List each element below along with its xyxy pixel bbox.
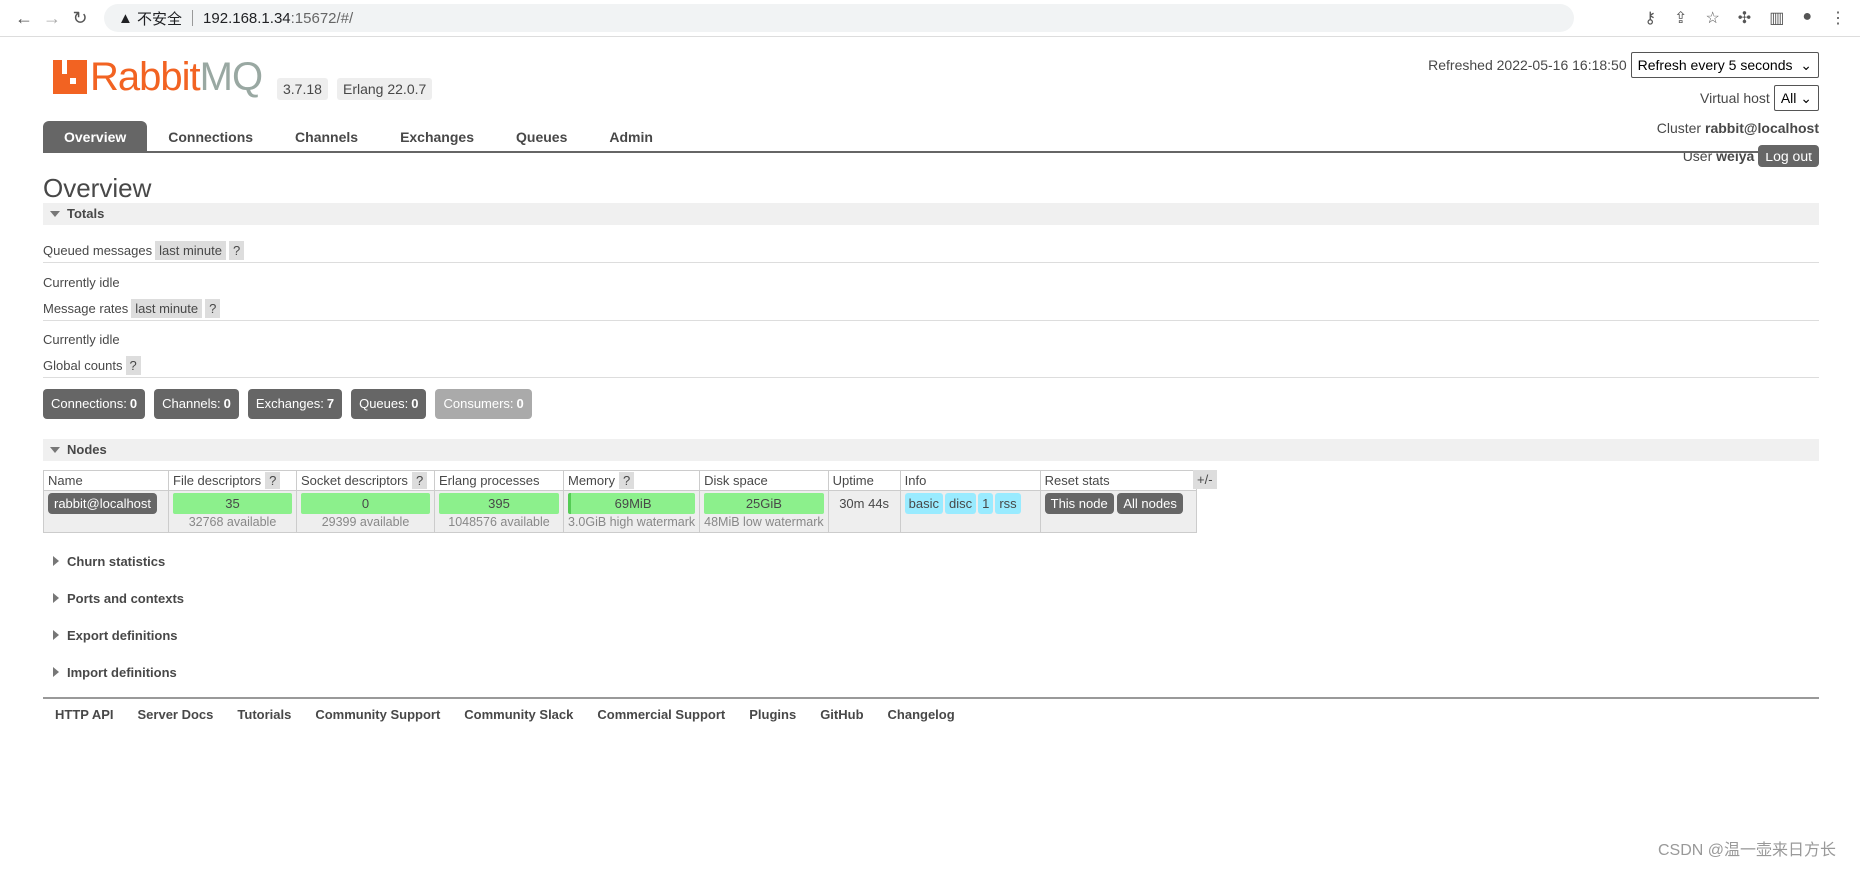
footer-link-community-slack[interactable]: Community Slack bbox=[464, 707, 573, 722]
tab-admin[interactable]: Admin bbox=[588, 121, 674, 151]
footer: HTTP API Server Docs Tutorials Community… bbox=[43, 697, 1819, 722]
sd-bar: 0 bbox=[301, 493, 430, 514]
consumers-count[interactable]: Consumers: 0 bbox=[435, 389, 532, 419]
node-link[interactable]: rabbit@localhost bbox=[48, 493, 158, 514]
sidepanel-icon[interactable]: ▥ bbox=[1769, 8, 1784, 28]
disk-watermark: 48MiB low watermark bbox=[704, 515, 824, 529]
connections-count[interactable]: Connections: 0 bbox=[43, 389, 146, 419]
help-button[interactable]: ? bbox=[265, 472, 281, 489]
info-badge: rss bbox=[995, 493, 1021, 514]
help-button[interactable]: ? bbox=[229, 241, 245, 260]
vhost-label: Virtual host bbox=[1700, 90, 1770, 106]
fd-available: 32768 available bbox=[188, 515, 277, 529]
erlang-proc-bar: 395 bbox=[439, 493, 559, 514]
col-uptime: Uptime bbox=[827, 470, 901, 491]
queued-range-select[interactable]: last minute bbox=[155, 241, 226, 260]
tab-overview[interactable]: Overview bbox=[43, 121, 148, 151]
reset-all-nodes-button[interactable]: All nodes bbox=[1117, 493, 1183, 514]
forward-icon[interactable]: → bbox=[38, 8, 66, 29]
queued-status: Currently idle bbox=[43, 275, 120, 290]
tab-exchanges[interactable]: Exchanges bbox=[379, 121, 495, 151]
churn-statistics-toggle[interactable]: Churn statistics bbox=[43, 554, 165, 569]
erlang-badge: Erlang 22.0.7 bbox=[337, 78, 433, 100]
ep-available: 1048576 available bbox=[448, 515, 550, 529]
reset-this-node-button[interactable]: This node bbox=[1044, 493, 1114, 514]
global-counts-label: Global counts bbox=[43, 358, 123, 373]
tab-queues[interactable]: Queues bbox=[495, 121, 588, 151]
memory-bar: 69MiB bbox=[568, 493, 696, 514]
share-icon[interactable]: ⇪ bbox=[1674, 8, 1687, 28]
import-definitions-toggle[interactable]: Import definitions bbox=[43, 665, 177, 680]
col-file-descriptors: File descriptors? bbox=[168, 470, 297, 491]
page-title: Overview bbox=[43, 173, 152, 203]
sd-available: 29399 available bbox=[321, 515, 410, 529]
menu-icon[interactable]: ⋮ bbox=[1830, 8, 1846, 28]
memory-watermark: 3.0GiB high watermark bbox=[568, 515, 696, 529]
warning-icon: ▲ bbox=[118, 9, 133, 27]
info-badge: 1 bbox=[978, 493, 994, 514]
rates-range-select[interactable]: last minute bbox=[131, 299, 203, 318]
ports-contexts-toggle[interactable]: Ports and contexts bbox=[43, 591, 184, 606]
queued-messages-label: Queued messages bbox=[43, 243, 153, 258]
extensions-icon[interactable]: ✣ bbox=[1738, 8, 1751, 28]
export-definitions-toggle[interactable]: Export definitions bbox=[43, 628, 178, 643]
channels-count[interactable]: Channels: 0 bbox=[154, 389, 239, 419]
exchanges-count[interactable]: Exchanges: 7 bbox=[247, 389, 343, 419]
profile-icon[interactable]: ● bbox=[1802, 8, 1812, 28]
footer-link-community-support[interactable]: Community Support bbox=[315, 707, 440, 722]
col-disk-space: Disk space bbox=[699, 470, 829, 491]
col-memory: Memory? bbox=[562, 470, 701, 491]
col-info: Info bbox=[899, 470, 1041, 491]
columns-toggle-button[interactable]: +/- bbox=[1193, 470, 1217, 489]
browser-toolbar: ← → ↻ ▲ 不安全 192.168.1.34:15672/#/ ⚷ ⇪ ☆ … bbox=[0, 0, 1860, 37]
footer-link-server-docs[interactable]: Server Docs bbox=[138, 707, 214, 722]
address-bar[interactable]: ▲ 不安全 192.168.1.34:15672/#/ bbox=[104, 4, 1574, 32]
col-reset-stats: Reset stats bbox=[1039, 470, 1197, 491]
main-tabs: Overview Connections Channels Exchanges … bbox=[43, 121, 1819, 153]
fd-bar: 35 bbox=[173, 493, 292, 514]
security-label: 不安全 bbox=[137, 10, 183, 28]
col-socket-descriptors: Socket descriptors? bbox=[296, 470, 435, 491]
url-path: :15672/#/ bbox=[290, 9, 354, 27]
help-button[interactable]: ? bbox=[125, 356, 141, 375]
footer-link-commercial-support[interactable]: Commercial Support bbox=[597, 707, 725, 722]
col-erlang-processes: Erlang processes bbox=[434, 470, 564, 491]
tab-channels[interactable]: Channels bbox=[274, 121, 379, 151]
footer-link-changelog[interactable]: Changelog bbox=[888, 707, 955, 722]
refreshed-label: Refreshed 2022-05-16 16:18:50 bbox=[1428, 57, 1627, 73]
rates-status: Currently idle bbox=[43, 332, 120, 347]
footer-link-github[interactable]: GitHub bbox=[820, 707, 863, 722]
rabbitmq-logo: Rabbit MQ bbox=[53, 57, 263, 97]
tab-connections[interactable]: Connections bbox=[147, 121, 274, 151]
col-name: Name bbox=[43, 470, 169, 491]
uptime-value: 30m 44s bbox=[827, 490, 901, 533]
help-button[interactable]: ? bbox=[411, 472, 428, 489]
nodes-section-toggle[interactable]: Nodes bbox=[43, 439, 1819, 461]
url-host: 192.168.1.34 bbox=[203, 9, 291, 27]
info-badge: disc bbox=[944, 493, 977, 514]
info-badge: basic bbox=[904, 493, 943, 514]
refresh-select[interactable]: Refresh every 5 seconds ⌄ bbox=[1630, 52, 1819, 78]
footer-link-tutorials[interactable]: Tutorials bbox=[237, 707, 291, 722]
footer-link-http-api[interactable]: HTTP API bbox=[55, 707, 114, 722]
version-badge: 3.7.18 bbox=[277, 78, 328, 100]
help-button[interactable]: ? bbox=[618, 472, 635, 489]
help-button[interactable]: ? bbox=[205, 299, 221, 318]
vhost-select[interactable]: All ⌄ bbox=[1773, 85, 1819, 111]
back-icon[interactable]: ← bbox=[10, 8, 38, 29]
footer-link-plugins[interactable]: Plugins bbox=[749, 707, 796, 722]
nodes-table: Name File descriptors? Socket descriptor… bbox=[43, 470, 1197, 533]
disk-bar: 25GiB bbox=[704, 493, 824, 514]
table-row: rabbit@localhost 35 32768 available 0 2939… bbox=[43, 490, 1197, 533]
queues-count[interactable]: Queues: 0 bbox=[351, 389, 427, 419]
totals-section-toggle[interactable]: Totals bbox=[43, 203, 1819, 225]
key-icon[interactable]: ⚷ bbox=[1644, 8, 1656, 28]
star-icon[interactable]: ☆ bbox=[1705, 8, 1719, 28]
watermark: CSDN @温一壶来日方长 bbox=[1657, 842, 1836, 859]
reload-icon[interactable]: ↻ bbox=[66, 8, 94, 29]
message-rates-label: Message rates bbox=[43, 301, 129, 316]
